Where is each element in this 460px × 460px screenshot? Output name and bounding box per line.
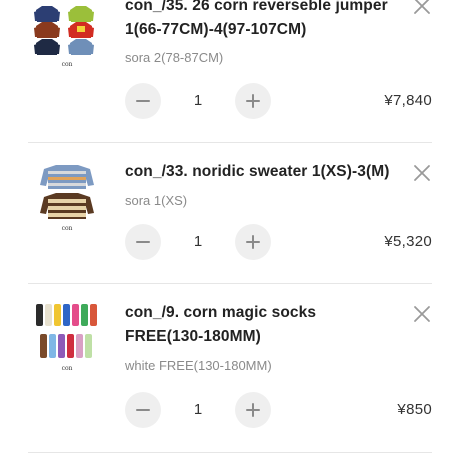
increase-quantity-button[interactable] bbox=[235, 224, 271, 260]
minus-icon bbox=[136, 100, 150, 102]
cart-item: con con_/35. 26 corn reverseble jumper 1… bbox=[28, 0, 432, 140]
decrease-quantity-button[interactable] bbox=[125, 392, 161, 428]
remove-item-button[interactable] bbox=[412, 0, 432, 16]
quantity-value[interactable]: 1 bbox=[161, 83, 235, 119]
jumper-product-image[interactable]: con bbox=[30, 0, 104, 70]
brand-mark: con bbox=[62, 225, 73, 232]
socks-graphic bbox=[36, 304, 97, 326]
decrease-quantity-button[interactable] bbox=[125, 83, 161, 119]
brand-mark: con bbox=[62, 61, 73, 68]
jacket-graphic bbox=[34, 6, 94, 22]
sweater-graphic bbox=[40, 165, 94, 189]
cart-item-list: con con_/35. 26 corn reverseble jumper 1… bbox=[0, 0, 460, 460]
decrease-quantity-button[interactable] bbox=[125, 224, 161, 260]
quantity-stepper: 1 ¥5,320 bbox=[125, 224, 432, 260]
close-icon bbox=[414, 306, 430, 322]
minus-icon bbox=[136, 241, 150, 243]
minus-icon bbox=[136, 409, 150, 411]
divider bbox=[28, 452, 432, 453]
increase-quantity-button[interactable] bbox=[235, 392, 271, 428]
jacket-graphic bbox=[34, 39, 94, 55]
plus-icon bbox=[246, 403, 260, 417]
increase-quantity-button[interactable] bbox=[235, 83, 271, 119]
product-title[interactable]: con_/33. noridic sweater 1(XS)-3(M) bbox=[125, 160, 395, 184]
sweater-product-image[interactable]: con bbox=[30, 159, 104, 233]
quantity-value[interactable]: 1 bbox=[161, 392, 235, 428]
product-variant: sora 1(XS) bbox=[125, 193, 188, 208]
product-variant: sora 2(78-87CM) bbox=[125, 50, 224, 65]
brand-mark: con bbox=[62, 365, 73, 372]
socks-product-image[interactable]: con bbox=[30, 300, 104, 374]
remove-item-button[interactable] bbox=[412, 304, 432, 324]
close-icon bbox=[414, 0, 430, 14]
plus-icon bbox=[246, 235, 260, 249]
jacket-graphic bbox=[34, 22, 94, 38]
cart-item: con con_/9. corn magic socks FREE(130-18… bbox=[28, 284, 432, 452]
quantity-stepper: 1 ¥850 bbox=[125, 392, 432, 428]
close-icon bbox=[414, 165, 430, 181]
quantity-value[interactable]: 1 bbox=[161, 224, 235, 260]
sweater-graphic bbox=[40, 193, 94, 219]
item-price: ¥850 bbox=[397, 401, 432, 418]
item-price: ¥7,840 bbox=[384, 92, 432, 109]
product-title[interactable]: con_/9. corn magic socks FREE(130-180MM) bbox=[125, 301, 395, 349]
socks-graphic bbox=[40, 334, 92, 358]
item-price: ¥5,320 bbox=[384, 233, 432, 250]
remove-item-button[interactable] bbox=[412, 163, 432, 183]
product-variant: white FREE(130-180MM) bbox=[125, 358, 272, 373]
cart-item: con con_/33. noridic sweater 1(XS)-3(M) … bbox=[28, 143, 432, 283]
quantity-stepper: 1 ¥7,840 bbox=[125, 83, 432, 119]
product-title[interactable]: con_/35. 26 corn reverseble jumper 1(66-… bbox=[125, 0, 395, 42]
plus-icon bbox=[246, 94, 260, 108]
